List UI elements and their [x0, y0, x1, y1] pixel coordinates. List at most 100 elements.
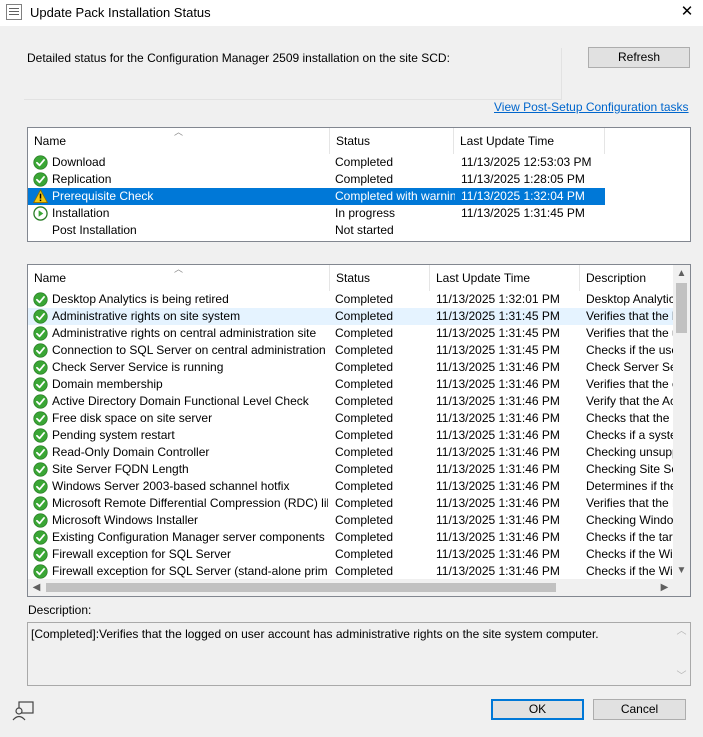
scroll-right-icon[interactable]: ▶: [656, 579, 673, 596]
check-description: Desktop Analytics: [586, 292, 675, 306]
description-box[interactable]: [Completed]:Verifies that the logged on …: [27, 622, 691, 686]
stage-time: 11/13/2025 12:53:03 PM: [461, 155, 592, 169]
desc-scroll-down-icon[interactable]: ﹀: [673, 668, 690, 685]
prereq-check-list[interactable]: Name ︿ Status Last Update Time Descripti…: [27, 264, 691, 597]
description-text: [Completed]:Verifies that the logged on …: [31, 627, 599, 641]
check-time: 11/13/2025 1:32:01 PM: [436, 292, 560, 306]
window-title: Update Pack Installation Status: [30, 5, 211, 20]
check-status: Completed: [335, 292, 394, 306]
check-row[interactable]: Administrative rights on site system Comp…: [28, 308, 675, 325]
check-row[interactable]: Free disk space on site server Completed 1…: [28, 410, 675, 427]
stage-col-status[interactable]: Status: [330, 128, 454, 154]
check-description: Checks if a system: [586, 428, 675, 442]
horizontal-scrollbar[interactable]: ◀ ▶: [28, 579, 675, 596]
stage-list[interactable]: Name ︿ Status Last Update Time Download C…: [27, 127, 691, 242]
check-description: Checking unsuppo: [586, 445, 675, 459]
stage-col-time[interactable]: Last Update Time: [454, 128, 605, 154]
horizontal-scroll-thumb[interactable]: [46, 583, 556, 592]
stage-name: Replication: [52, 172, 112, 186]
stage-status: Completed: [335, 172, 394, 186]
check-time: 11/13/2025 1:31:46 PM: [436, 513, 560, 527]
check-row[interactable]: Domain membership Completed 11/13/2025 1:3…: [28, 376, 675, 393]
check-col-description[interactable]: Description: [580, 265, 675, 291]
check-time: 11/13/2025 1:31:46 PM: [436, 394, 560, 408]
desc-scroll-up-icon[interactable]: ︿: [673, 623, 690, 640]
check-row[interactable]: Microsoft Windows Installer Completed 11/1…: [28, 512, 675, 529]
check-icon: [33, 411, 48, 426]
check-status: Completed: [335, 360, 394, 374]
stage-status: Not started: [335, 223, 394, 237]
check-description: Checks that the sit: [586, 411, 675, 425]
check-description: Verify that the Acti: [586, 394, 675, 408]
check-time: 11/13/2025 1:31:46 PM: [436, 428, 560, 442]
post-setup-tasks-link[interactable]: View Post-Setup Configuration tasks: [494, 100, 689, 114]
window-icon: [6, 4, 22, 20]
check-time: 11/13/2025 1:31:45 PM: [436, 343, 560, 357]
check-time: 11/13/2025 1:31:46 PM: [436, 530, 560, 544]
check-time: 11/13/2025 1:31:46 PM: [436, 496, 560, 510]
check-status: Completed: [335, 377, 394, 391]
feedback-icon[interactable]: [12, 700, 36, 722]
check-icon: [33, 462, 48, 477]
stage-status: In progress: [335, 206, 396, 220]
check-description: Verifies that the Mi: [586, 496, 675, 510]
check-row[interactable]: Active Directory Domain Functional Level…: [28, 393, 675, 410]
stage-row-replication[interactable]: Replication Completed 11/13/2025 1:28:05 P…: [28, 171, 690, 188]
check-col-time[interactable]: Last Update Time: [430, 265, 580, 291]
stage-col-name[interactable]: Name ︿: [28, 128, 330, 154]
check-status: Completed: [335, 513, 394, 527]
title-bar: Update Pack Installation Status ✕: [0, 0, 703, 26]
check-status: Completed: [335, 309, 394, 323]
scroll-up-icon[interactable]: ▲: [673, 265, 690, 282]
check-name: Existing Configuration Manager server co…: [52, 530, 328, 544]
check-row[interactable]: Site Server FQDN Length Completed 11/13/20…: [28, 461, 675, 478]
check-icon: [33, 445, 48, 460]
check-name: Active Directory Domain Functional Level…: [52, 394, 309, 408]
check-time: 11/13/2025 1:31:45 PM: [436, 326, 560, 340]
check-row[interactable]: Administrative rights on central adminis…: [28, 325, 675, 342]
check-icon: [33, 292, 48, 307]
warning-icon: [32, 189, 49, 204]
close-button[interactable]: ✕: [676, 2, 698, 22]
check-icon: [33, 343, 48, 358]
refresh-button[interactable]: Refresh: [588, 47, 690, 68]
check-row[interactable]: Pending system restart Completed 11/13/202…: [28, 427, 675, 444]
stage-row-prerequisite-check[interactable]: Prerequisite Check Completed with warning…: [28, 188, 605, 205]
check-row[interactable]: Windows Server 2003-based schannel hotfi…: [28, 478, 675, 495]
check-icon: [33, 326, 48, 341]
check-description: Determines if the W: [586, 479, 675, 493]
check-col-name[interactable]: Name ︿: [28, 265, 330, 291]
cancel-button[interactable]: Cancel: [593, 699, 686, 720]
stage-row-post-installation[interactable]: Post Installation Not started: [28, 222, 690, 239]
scroll-left-icon[interactable]: ◀: [28, 579, 45, 596]
check-name: Administrative rights on central adminis…: [52, 326, 317, 340]
scroll-down-icon[interactable]: ▼: [673, 562, 690, 579]
vertical-scroll-thumb[interactable]: [676, 283, 687, 333]
stage-row-download[interactable]: Download Completed 11/13/2025 12:53:03 PM: [28, 154, 690, 171]
ok-button[interactable]: OK: [491, 699, 584, 720]
check-time: 11/13/2025 1:31:46 PM: [436, 479, 560, 493]
check-name: Read-Only Domain Controller: [52, 445, 210, 459]
check-row[interactable]: Desktop Analytics is being retired Comple…: [28, 291, 675, 308]
check-row[interactable]: Firewall exception for SQL Server Complet…: [28, 546, 675, 563]
check-row[interactable]: Firewall exception for SQL Server (stand…: [28, 563, 675, 580]
check-row[interactable]: Existing Configuration Manager server co…: [28, 529, 675, 546]
check-row[interactable]: Microsoft Remote Differential Compressio…: [28, 495, 675, 512]
description-scrollbar[interactable]: ︿ ﹀: [673, 623, 690, 685]
check-icon: [33, 513, 48, 528]
stage-row-installation[interactable]: Installation In progress 11/13/2025 1:31:4…: [28, 205, 690, 222]
check-name: Connection to SQL Server on central admi…: [52, 343, 328, 357]
check-col-status[interactable]: Status: [330, 265, 430, 291]
check-time: 11/13/2025 1:31:46 PM: [436, 445, 560, 459]
stage-name: Post Installation: [52, 223, 137, 237]
check-icon: [33, 172, 48, 187]
check-status: Completed: [335, 547, 394, 561]
vertical-scrollbar[interactable]: ▲ ▼: [673, 265, 690, 579]
check-row[interactable]: Connection to SQL Server on central admi…: [28, 342, 675, 359]
check-row[interactable]: Read-Only Domain Controller Completed 11/1…: [28, 444, 675, 461]
check-name: Site Server FQDN Length: [52, 462, 189, 476]
check-row[interactable]: Check Server Service is running Completed…: [28, 359, 675, 376]
check-name: Microsoft Remote Differential Compressio…: [52, 496, 328, 510]
check-time: 11/13/2025 1:31:46 PM: [436, 377, 560, 391]
check-description: Checks if the Wind: [586, 547, 675, 561]
